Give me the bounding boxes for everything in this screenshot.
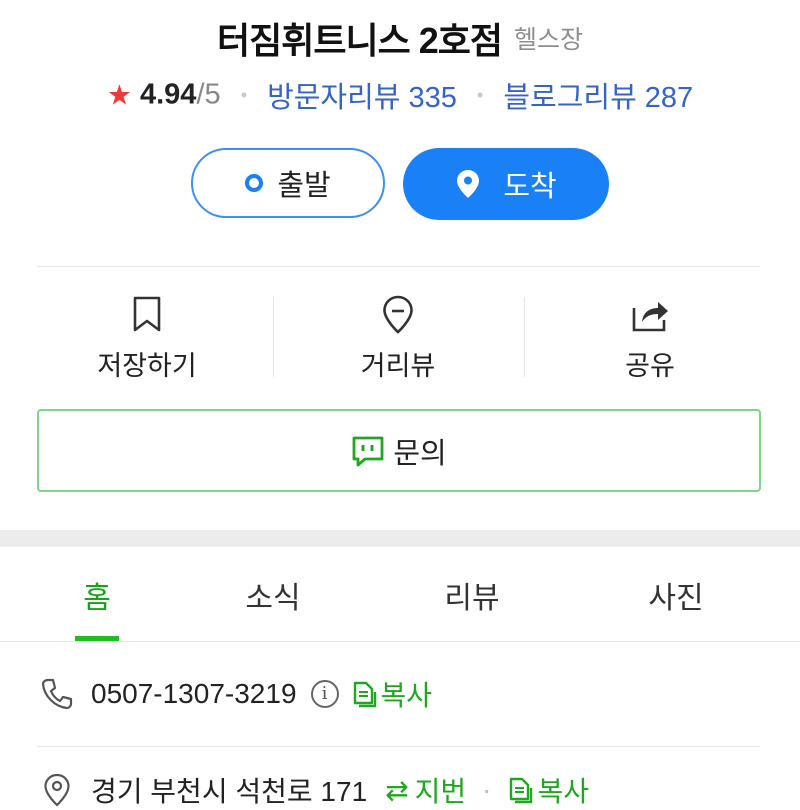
- phone-number[interactable]: 0507-1307-3219: [91, 678, 297, 710]
- save-label: 저장하기: [97, 351, 197, 381]
- phone-row: 0507-1307-3219 i 복사: [37, 674, 777, 714]
- info-icon[interactable]: i: [310, 680, 339, 708]
- bookmark-icon: [133, 296, 161, 332]
- phone-icon: [41, 678, 73, 710]
- place-header: 터짐휘트니스 2호점 헬스장: [0, 12, 800, 64]
- inquiry-button[interactable]: 문의: [37, 409, 761, 492]
- arrive-label: 도착: [503, 171, 557, 203]
- share-icon: [632, 302, 668, 332]
- separator-dot: •: [240, 84, 247, 105]
- visitor-reviews-link[interactable]: 방문자리뷰 335: [267, 82, 457, 114]
- swap-arrows-icon: ⇄: [385, 774, 409, 806]
- ring-icon: [245, 174, 264, 192]
- section-gap: [0, 530, 800, 547]
- streetview-button[interactable]: 거리뷰: [278, 294, 518, 383]
- arrive-button[interactable]: 도착: [403, 148, 609, 220]
- share-button[interactable]: 공유: [530, 294, 770, 383]
- separator-dot: ·: [482, 774, 492, 805]
- rating-score: 4.94: [139, 78, 197, 111]
- copy-address-button[interactable]: 복사: [537, 770, 589, 810]
- tab-reviews[interactable]: 리뷰: [412, 573, 532, 617]
- chat-icon: [352, 436, 384, 466]
- rating-max: /5: [196, 78, 221, 111]
- divider: [37, 266, 760, 267]
- address-row: 경기 부천시 석천로 171 ⇄ 지번 · 복사: [37, 770, 777, 810]
- vertical-divider: [524, 297, 525, 377]
- tabs-divider: [0, 641, 800, 642]
- map-pin-outline-icon: [383, 295, 413, 334]
- depart-label: 출발: [277, 170, 331, 202]
- inquiry-label: 문의: [393, 437, 447, 470]
- streetview-label: 거리뷰: [360, 351, 436, 381]
- separator-dot: •: [476, 84, 484, 105]
- vertical-divider: [273, 297, 274, 377]
- rating-row: ★ 4.94/5 • 방문자리뷰 335 • 블로그리뷰 287: [0, 74, 800, 116]
- jibun-button[interactable]: 지번: [415, 770, 467, 810]
- blog-reviews-link[interactable]: 블로그리뷰 287: [503, 82, 693, 114]
- tab-home[interactable]: 홈: [37, 573, 157, 617]
- place-category: 헬스장: [513, 26, 583, 54]
- location-pin-icon: [457, 170, 480, 198]
- location-icon: [44, 773, 70, 807]
- copy-phone-button[interactable]: 복사: [381, 674, 433, 714]
- tab-news[interactable]: 소식: [213, 573, 333, 617]
- address-text: 경기 부천시 석천로 171: [91, 776, 368, 807]
- place-title: 터짐휘트니스 2호점: [217, 20, 503, 61]
- tab-photos[interactable]: 사진: [616, 573, 736, 617]
- depart-button[interactable]: 출발: [191, 148, 385, 218]
- save-button[interactable]: 저장하기: [27, 294, 267, 383]
- copy-icon: [353, 681, 376, 708]
- star-icon: ★: [106, 79, 132, 111]
- share-label: 공유: [625, 351, 675, 381]
- divider: [37, 746, 760, 747]
